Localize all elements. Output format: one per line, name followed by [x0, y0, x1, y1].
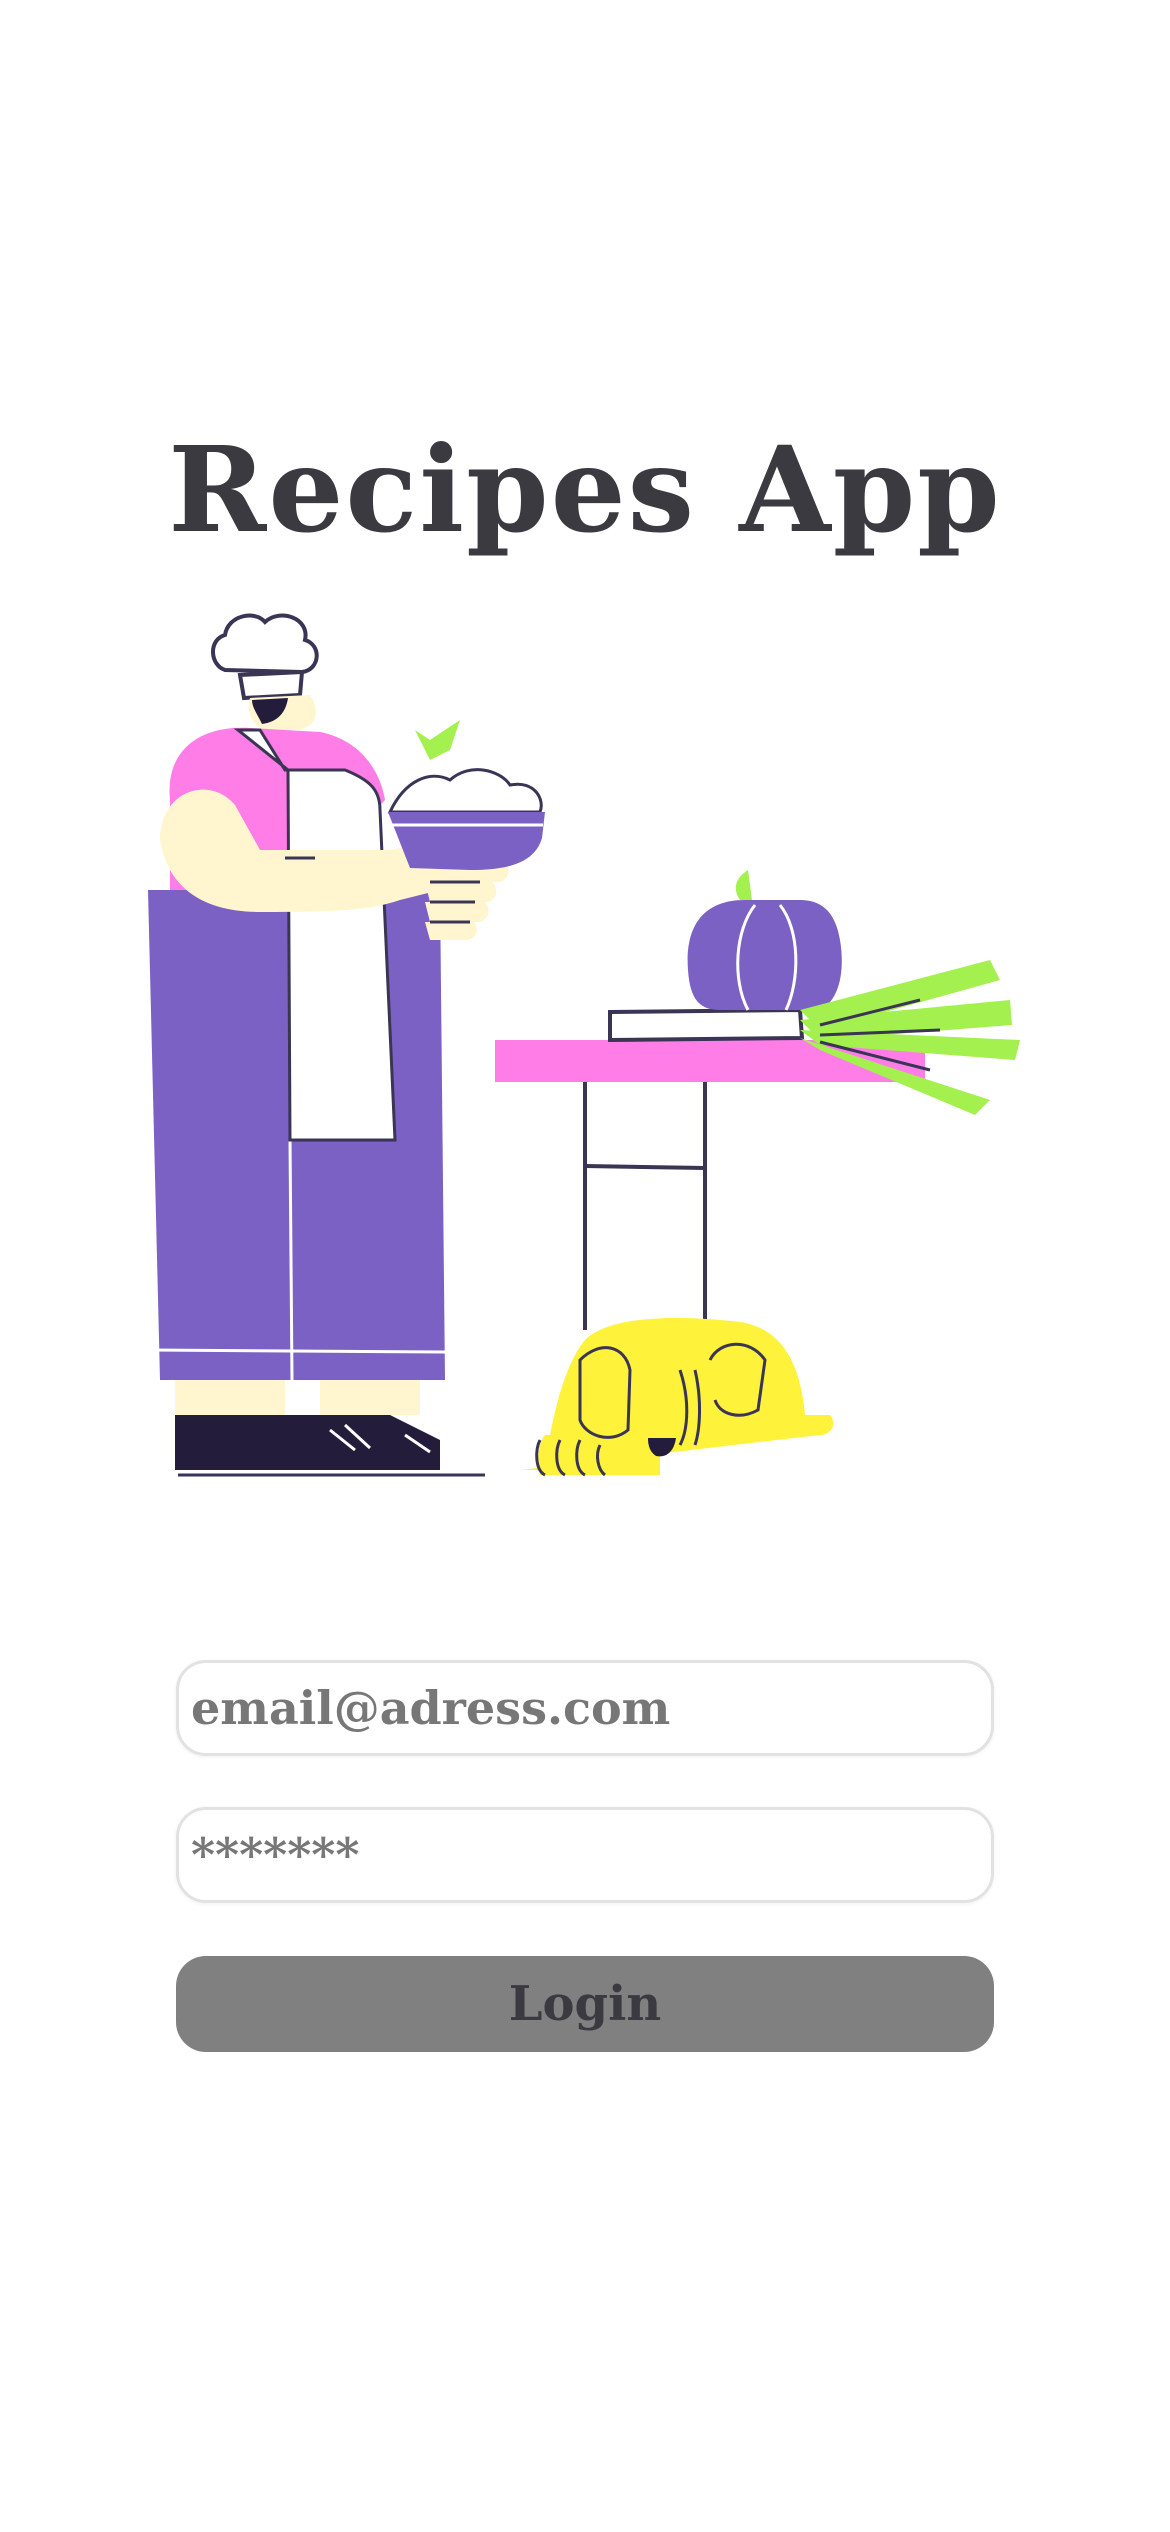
password-input[interactable]: [179, 1810, 991, 1900]
email-input[interactable]: [179, 1663, 991, 1753]
kitchen-table: [495, 870, 1020, 1330]
sleeping-dog: [520, 1317, 834, 1477]
login-button[interactable]: Login: [176, 1956, 994, 2052]
app-title: Recipes App: [168, 420, 1002, 559]
chef-figure: [148, 613, 545, 1477]
chef-with-dog-illustration: [148, 613, 1020, 1477]
password-field[interactable]: [176, 1807, 994, 1903]
email-field[interactable]: [176, 1660, 994, 1756]
